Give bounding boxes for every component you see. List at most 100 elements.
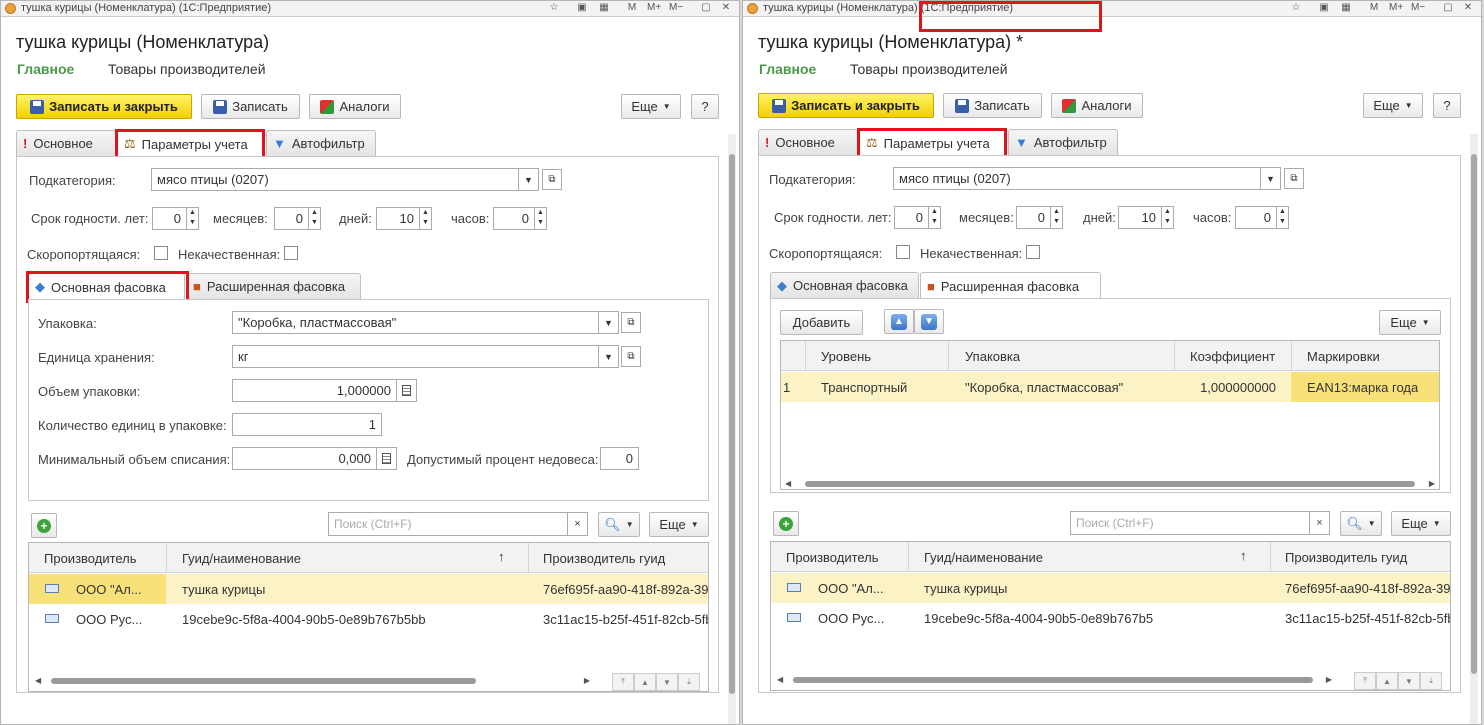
- column-header[interactable]: Производитель гуид: [543, 551, 665, 566]
- minimize-icon[interactable]: ▢: [1441, 2, 1455, 13]
- subcategory-field[interactable]: мясо птицы (0207): [893, 167, 1261, 190]
- more-button[interactable]: Еще ▼: [649, 512, 709, 537]
- column-header[interactable]: Маркировки: [1307, 349, 1380, 364]
- column-header[interactable]: Коэффициент: [1190, 349, 1275, 364]
- min-volume-field[interactable]: 0,000: [232, 447, 377, 470]
- days-field[interactable]: 10: [376, 207, 420, 230]
- horizontal-scrollbar[interactable]: ◀ ▶: [785, 478, 1435, 489]
- section-main[interactable]: Главное: [17, 61, 74, 77]
- clear-search-button[interactable]: ×: [1310, 511, 1330, 535]
- up-icon[interactable]: ▲: [634, 673, 656, 691]
- add-button[interactable]: Добавить: [780, 310, 863, 335]
- add-producer-button[interactable]: +: [773, 511, 799, 536]
- column-header[interactable]: Гуид/наименование: [924, 550, 1043, 565]
- clear-search-button[interactable]: ×: [568, 512, 588, 536]
- calculator-icon[interactable]: [397, 379, 417, 402]
- years-field[interactable]: 0: [894, 206, 929, 229]
- minimize-icon[interactable]: ▢: [699, 2, 713, 13]
- memory-minus-icon[interactable]: M−: [1411, 2, 1425, 13]
- section-main[interactable]: Главное: [759, 61, 816, 77]
- tab-accounting-params[interactable]: ⚖ Параметры учета: [859, 129, 1007, 156]
- calendar-icon[interactable]: ▦: [1339, 2, 1353, 13]
- save-and-close-button[interactable]: Записать и закрыть: [16, 94, 192, 119]
- table-nav-buttons[interactable]: ⤒ ▲ ▼ ⤓: [1354, 672, 1442, 690]
- up-icon[interactable]: ▲: [1376, 672, 1398, 690]
- table-row[interactable]: ООО "Ал... тушка курицы 76ef695f-aa90-41…: [771, 573, 1450, 603]
- favorite-icon[interactable]: ☆: [547, 2, 561, 13]
- horizontal-scrollbar[interactable]: ◀ ▶: [35, 675, 590, 687]
- subcategory-field[interactable]: мясо птицы (0207): [151, 168, 519, 191]
- save-and-close-button[interactable]: Записать и закрыть: [758, 93, 934, 118]
- horizontal-scrollbar[interactable]: ◀ ▶: [777, 674, 1332, 686]
- add-producer-button[interactable]: +: [31, 513, 57, 538]
- volume-field[interactable]: 1,000000: [232, 379, 397, 402]
- column-header[interactable]: Упаковка: [965, 349, 1020, 364]
- close-icon[interactable]: ✕: [719, 2, 733, 13]
- chevron-down-icon[interactable]: ▼: [519, 168, 539, 191]
- days-spinner[interactable]: ▲ ▼: [420, 207, 432, 230]
- column-header[interactable]: Гуид/наименование: [182, 551, 301, 566]
- analogs-button[interactable]: Аналоги: [309, 94, 401, 119]
- underweight-field[interactable]: 0: [600, 447, 639, 470]
- column-header[interactable]: Производитель гуид: [1285, 550, 1407, 565]
- calculator-icon[interactable]: [377, 447, 397, 470]
- memory-plus-icon[interactable]: M+: [647, 2, 661, 13]
- tab-accounting-params[interactable]: ⚖ Параметры учета: [117, 130, 265, 157]
- memory-plus-icon[interactable]: M+: [1389, 2, 1403, 13]
- tab-extended-pack[interactable]: ■ Расширенная фасовка: [186, 273, 361, 299]
- months-spinner[interactable]: ▲ ▼: [309, 207, 321, 230]
- years-spinner[interactable]: ▲ ▼: [929, 206, 941, 229]
- years-field[interactable]: 0: [152, 207, 187, 230]
- help-button[interactable]: ?: [691, 94, 719, 119]
- hours-field[interactable]: 0: [493, 207, 535, 230]
- analogs-button[interactable]: Аналоги: [1051, 93, 1143, 118]
- calendar-icon[interactable]: ▦: [597, 2, 611, 13]
- section-producers[interactable]: Товары производителей: [108, 61, 266, 77]
- move-up-button[interactable]: ▲: [884, 309, 914, 334]
- table-row[interactable]: ООО Рус... 19cebe9c-5f8a-4004-90b5-0e89b…: [29, 604, 708, 634]
- more-button[interactable]: Еще ▼: [1391, 511, 1451, 536]
- link-icon[interactable]: ▣: [1317, 2, 1331, 13]
- hours-spinner[interactable]: ▲ ▼: [1277, 206, 1289, 229]
- section-producers[interactable]: Товары производителей: [850, 61, 1008, 77]
- tab-basic[interactable]: ! Основное: [758, 129, 858, 155]
- more-button[interactable]: Еще ▼: [621, 94, 681, 119]
- link-icon[interactable]: ▣: [575, 2, 589, 13]
- low-quality-checkbox[interactable]: [284, 246, 298, 260]
- table-row[interactable]: ООО "Ал... тушка курицы 76ef695f-aa90-41…: [29, 574, 708, 604]
- months-field[interactable]: 0: [1016, 206, 1051, 229]
- perishable-checkbox[interactable]: [896, 245, 910, 259]
- more-button[interactable]: Еще ▼: [1379, 310, 1441, 335]
- open-icon[interactable]: ⧉: [542, 169, 562, 190]
- search-button[interactable]: 🔍︎ ▼: [1340, 511, 1382, 536]
- perishable-checkbox[interactable]: [154, 246, 168, 260]
- down-icon[interactable]: ▼: [656, 673, 678, 691]
- vertical-scrollbar[interactable]: [728, 134, 736, 724]
- save-button[interactable]: Записать: [201, 94, 300, 119]
- memory-icon[interactable]: M: [1367, 2, 1381, 13]
- memory-icon[interactable]: M: [625, 2, 639, 13]
- open-icon[interactable]: ⧉: [621, 312, 641, 333]
- months-spinner[interactable]: ▲ ▼: [1051, 206, 1063, 229]
- tab-autofilter[interactable]: ▼ Автофильтр: [266, 130, 376, 156]
- unit-field[interactable]: кг: [232, 345, 599, 368]
- close-icon[interactable]: ✕: [1461, 2, 1475, 13]
- open-icon[interactable]: ⧉: [1284, 168, 1304, 189]
- memory-minus-icon[interactable]: M−: [669, 2, 683, 13]
- chevron-down-icon[interactable]: ▼: [599, 345, 619, 368]
- open-icon[interactable]: ⧉: [621, 346, 641, 367]
- low-quality-checkbox[interactable]: [1026, 245, 1040, 259]
- down-icon[interactable]: ▼: [1398, 672, 1420, 690]
- package-field[interactable]: "Коробка, пластмассовая": [232, 311, 599, 334]
- last-icon[interactable]: ⤓: [678, 673, 700, 691]
- column-header[interactable]: Производитель: [786, 550, 879, 565]
- column-header[interactable]: Уровень: [821, 349, 871, 364]
- years-spinner[interactable]: ▲ ▼: [187, 207, 199, 230]
- search-input[interactable]: Поиск (Ctrl+F): [328, 512, 568, 536]
- qty-field[interactable]: 1: [232, 413, 382, 436]
- tab-basic-pack[interactable]: ◆ Основная фасовка: [770, 272, 919, 298]
- more-button[interactable]: Еще ▼: [1363, 93, 1423, 118]
- chevron-down-icon[interactable]: ▼: [1261, 167, 1281, 190]
- column-header[interactable]: Производитель: [44, 551, 137, 566]
- vertical-scrollbar[interactable]: [1470, 134, 1478, 724]
